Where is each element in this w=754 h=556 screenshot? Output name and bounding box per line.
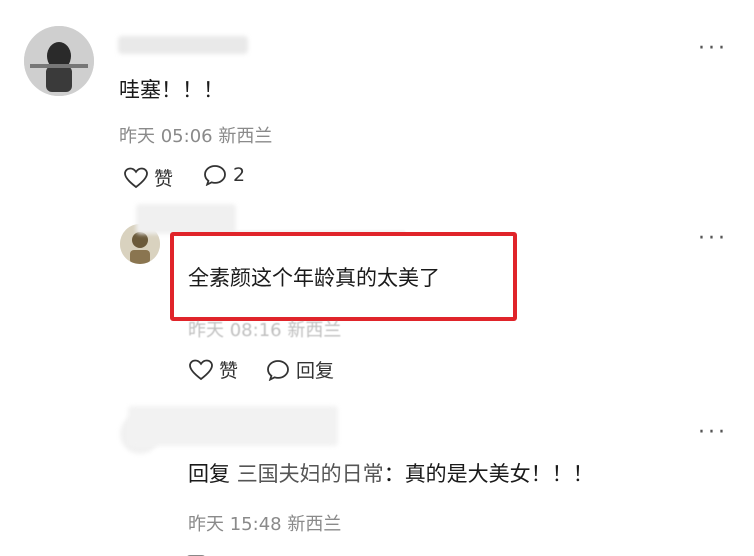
avatar-image-icon: [24, 26, 94, 96]
heart-icon: [124, 167, 148, 188]
username-blurred: [118, 36, 248, 54]
like-label: 赞: [219, 360, 239, 382]
colon-separator: ：: [383, 462, 405, 486]
comment-bubble-icon: [204, 165, 226, 186]
comment-location: 新西兰: [287, 514, 342, 535]
reply-label: 回复: [296, 360, 335, 382]
more-options-icon[interactable]: ···: [698, 38, 728, 60]
comment-time: 昨天 08:16: [188, 320, 282, 341]
more-options-icon[interactable]: ···: [698, 228, 728, 250]
username-blurred: [128, 406, 338, 446]
comment-meta: 昨天 08:16 新西兰: [188, 316, 341, 342]
reply-prefix: 回复: [188, 462, 230, 486]
comment-meta: 昨天 05:06 新西兰: [119, 122, 272, 148]
reply-count: 2: [233, 164, 246, 186]
more-options-icon[interactable]: ···: [698, 422, 728, 444]
comment-bubble-icon: [267, 359, 289, 381]
comment-location: 新西兰: [287, 320, 342, 341]
comment-location: 新西兰: [218, 126, 273, 147]
avatar[interactable]: [24, 26, 94, 96]
reply-to-user[interactable]: 三国夫妇的日常: [237, 462, 384, 486]
comment-text: 全素颜这个年龄真的太美了: [188, 266, 440, 290]
heart-icon: [189, 359, 213, 380]
next-actions-row: [186, 548, 366, 556]
comment-text-line: 回复 三国夫妇的日常：真的是大美女！！！: [188, 458, 594, 488]
like-label: 赞: [154, 168, 174, 190]
comment-meta: 昨天 15:48 新西兰: [188, 510, 341, 536]
reply-button[interactable]: 回复: [266, 356, 334, 383]
comment-time: 昨天 05:06: [119, 126, 213, 147]
reply-count-button[interactable]: 2: [203, 164, 245, 186]
like-button[interactable]: 赞: [189, 356, 238, 383]
like-button[interactable]: 赞: [124, 164, 173, 191]
comment-text: 真的是大美女！！！: [404, 462, 594, 486]
comment-text: 哇塞！！！: [119, 78, 224, 102]
comment-time: 昨天 15:48: [188, 514, 282, 535]
